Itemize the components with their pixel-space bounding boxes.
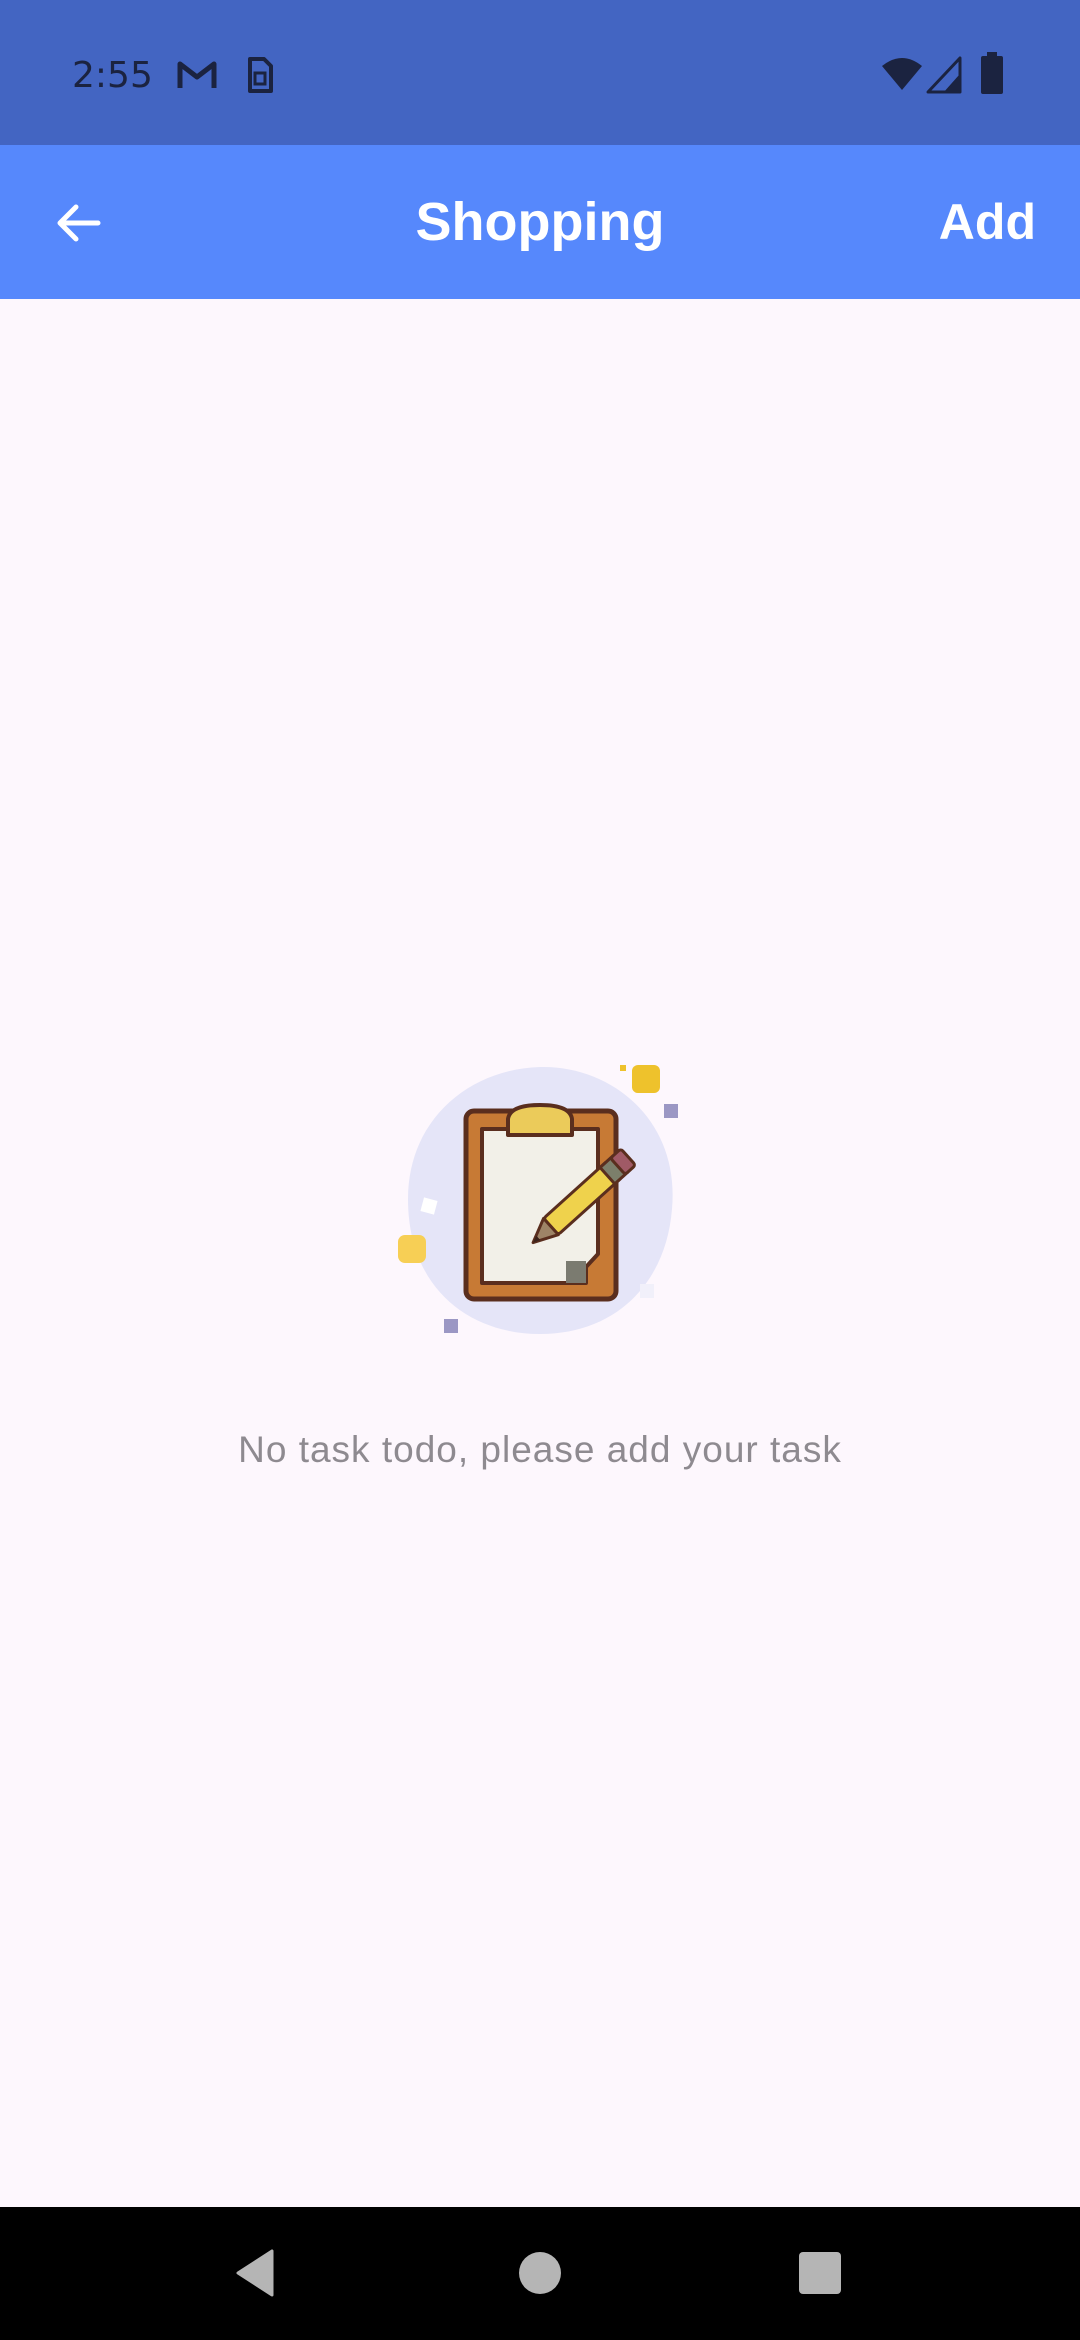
signal-icon bbox=[926, 56, 962, 94]
task-list-area: No task todo, please add your task bbox=[0, 299, 1080, 2207]
nav-home-button[interactable] bbox=[502, 2235, 578, 2311]
clipboard-pencil-icon bbox=[398, 1065, 678, 1334]
page-title: Shopping bbox=[415, 192, 665, 252]
status-time: 2:55 bbox=[72, 55, 153, 96]
status-bar: 2:55 bbox=[0, 0, 1080, 145]
nav-back-button[interactable] bbox=[218, 2235, 294, 2311]
wifi-icon bbox=[882, 58, 922, 90]
gmail-icon bbox=[177, 61, 217, 88]
nav-recents-button[interactable] bbox=[782, 2235, 858, 2311]
back-triangle-icon bbox=[236, 2249, 274, 2297]
home-circle-icon bbox=[519, 2252, 561, 2294]
app-bar: Shopping Add bbox=[0, 145, 1080, 299]
sim-icon bbox=[248, 57, 273, 93]
add-button[interactable]: Add bbox=[939, 185, 1036, 259]
battery-icon bbox=[981, 52, 1003, 94]
system-nav-bar bbox=[0, 2207, 1080, 2340]
recents-square-icon bbox=[799, 2252, 841, 2294]
empty-state-message: No task todo, please add your task bbox=[238, 1429, 842, 1470]
